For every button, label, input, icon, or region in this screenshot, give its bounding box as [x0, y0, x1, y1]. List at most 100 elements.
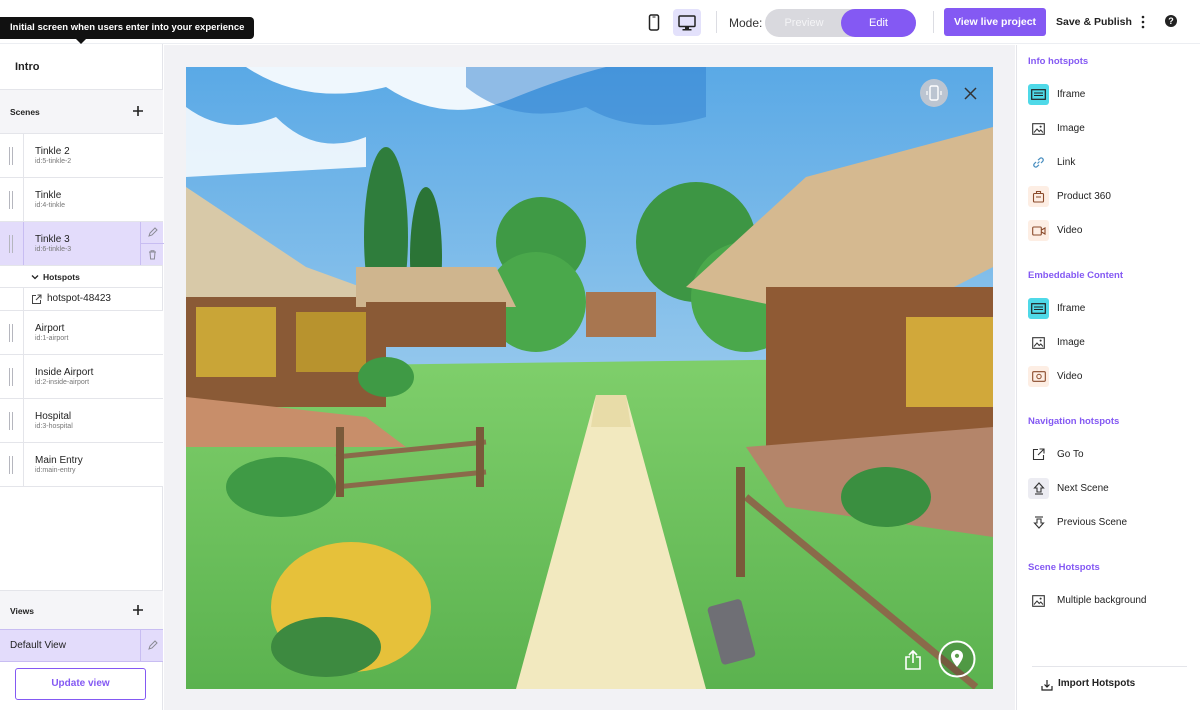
embed-image-tool[interactable]: Image	[1028, 332, 1193, 354]
drag-handle-icon[interactable]	[8, 324, 14, 342]
drag-handle-icon[interactable]	[8, 147, 14, 165]
panorama-image[interactable]	[186, 67, 993, 689]
info-iframe-tool[interactable]: Iframe	[1028, 84, 1193, 106]
close-icon	[964, 87, 977, 100]
scene-id: id:2-inside-airport	[35, 379, 90, 386]
help-icon[interactable]: ?	[1165, 15, 1177, 27]
map-pin-icon	[938, 640, 976, 678]
desktop-view-button[interactable]	[673, 9, 701, 36]
scene-item-selected[interactable]: Tinkle 3 id:6-tinkle-3	[0, 222, 164, 266]
info-image-tool[interactable]: Image	[1028, 118, 1193, 140]
scene-id: id:3-hospital	[35, 423, 73, 430]
views-label: Views	[10, 606, 34, 616]
divider	[933, 11, 934, 33]
embed-video-tool[interactable]: Video	[1028, 366, 1193, 388]
desktop-icon	[678, 14, 696, 30]
add-scene-icon[interactable]	[132, 105, 144, 117]
scene-item[interactable]: Main Entry id:main-entry	[0, 443, 163, 487]
mode-label: Mode:	[729, 16, 763, 30]
mode-preview-option[interactable]: Preview	[765, 9, 843, 37]
divider	[1032, 666, 1187, 667]
update-view-button[interactable]: Update view	[15, 668, 146, 700]
scene-viewport[interactable]	[186, 67, 993, 689]
share-icon	[905, 649, 921, 670]
tool-label: Next Scene	[1057, 483, 1109, 494]
edit-icon[interactable]	[147, 227, 158, 238]
mobile-view-button[interactable]	[640, 9, 668, 36]
hotspots-label: Hotspots	[43, 272, 80, 282]
nav-next-scene-tool[interactable]: Next Scene	[1028, 478, 1193, 500]
image-icon	[1028, 590, 1049, 611]
edit-icon[interactable]	[147, 640, 158, 651]
divider	[716, 11, 717, 33]
scene-item[interactable]: Inside Airport id:2-inside-airport	[0, 355, 163, 399]
tool-label: Multiple background	[1057, 595, 1147, 606]
left-panel: Intro Scenes Tinkle 2 id:5-tinkle-2 Tink…	[0, 44, 164, 710]
navigation-hotspots-title: Navigation hotspots	[1028, 416, 1120, 427]
mode-toggle[interactable]: Preview Edit	[765, 9, 916, 37]
mode-edit-option[interactable]: Edit	[841, 9, 916, 37]
scenes-label: Scenes	[10, 107, 40, 117]
embeddable-content-title: Embeddable Content	[1028, 270, 1124, 281]
hotspots-header[interactable]: Hotspots	[0, 266, 163, 288]
scene-name: Tinkle 2	[35, 146, 70, 157]
video-icon	[1028, 220, 1049, 241]
import-icon	[1041, 680, 1053, 691]
hotspot-list-item[interactable]: hotspot-48423	[0, 288, 163, 311]
drag-handle-icon[interactable]	[8, 191, 14, 209]
tool-label: Product 360	[1057, 191, 1111, 202]
close-button[interactable]	[964, 87, 977, 105]
intro-item[interactable]: Intro	[15, 61, 39, 73]
drag-handle-icon[interactable]	[8, 235, 14, 253]
mobile-icon	[648, 14, 660, 31]
info-link-tool[interactable]: Link	[1028, 152, 1193, 174]
save-publish-button[interactable]: Save & Publish	[1056, 16, 1132, 28]
tool-label: Video	[1057, 371, 1083, 382]
scene-name: Inside Airport	[35, 367, 94, 378]
drag-handle-icon[interactable]	[8, 412, 14, 430]
vr-mode-button[interactable]	[920, 79, 948, 112]
view-live-project-button[interactable]: View live project	[944, 8, 1046, 36]
image-icon	[1028, 118, 1049, 139]
arrow-down-icon	[1028, 512, 1049, 533]
share-button[interactable]	[904, 649, 922, 675]
delete-icon[interactable]	[147, 249, 158, 260]
tool-label: Previous Scene	[1057, 517, 1128, 528]
add-view-icon[interactable]	[132, 604, 144, 616]
scene-id: id:5-tinkle-2	[35, 158, 72, 165]
svg-text:?: ?	[1168, 16, 1174, 26]
intro-tooltip: Initial screen when users enter into you…	[0, 17, 255, 44]
more-vertical-icon[interactable]	[1138, 14, 1148, 30]
iframe-icon	[1028, 298, 1049, 319]
scene-id: id:1-airport	[35, 335, 69, 342]
scene-item[interactable]: Tinkle id:4-tinkle	[0, 178, 163, 222]
scene-item[interactable]: Tinkle 2 id:5-tinkle-2	[0, 134, 163, 178]
view-item-default[interactable]: Default View	[0, 629, 163, 662]
view-name: Default View	[10, 640, 66, 651]
scene-item[interactable]: Airport id:1-airport	[0, 311, 163, 355]
scene-multiple-background-tool[interactable]: Multiple background	[1028, 590, 1193, 612]
tool-label: Go To	[1057, 449, 1084, 460]
chevron-down-icon	[31, 275, 39, 280]
scenes-header: Scenes	[0, 90, 163, 134]
scene-hotspots-title: Scene Hotspots	[1028, 562, 1100, 573]
info-video-tool[interactable]: Video	[1028, 220, 1193, 242]
image-icon	[1028, 332, 1049, 353]
embed-iframe-tool[interactable]: Iframe	[1028, 298, 1193, 320]
nav-previous-scene-tool[interactable]: Previous Scene	[1028, 512, 1193, 534]
product-box-icon	[1028, 186, 1049, 207]
info-product360-tool[interactable]: Product 360	[1028, 186, 1193, 208]
location-button[interactable]	[938, 640, 976, 683]
rotate-device-icon	[920, 79, 948, 107]
drag-handle-icon[interactable]	[8, 456, 14, 474]
arrow-up-icon	[1028, 478, 1049, 499]
drag-handle-icon[interactable]	[8, 368, 14, 386]
tool-label: Image	[1057, 337, 1085, 348]
import-hotspots-label: Import Hotspots	[1058, 678, 1136, 689]
tool-label: Iframe	[1057, 303, 1086, 314]
nav-goto-tool[interactable]: Go To	[1028, 444, 1193, 466]
scene-item[interactable]: Hospital id:3-hospital	[0, 399, 163, 443]
tool-label: Video	[1057, 225, 1083, 236]
tool-label: Image	[1057, 123, 1085, 134]
external-link-icon	[1028, 444, 1049, 465]
